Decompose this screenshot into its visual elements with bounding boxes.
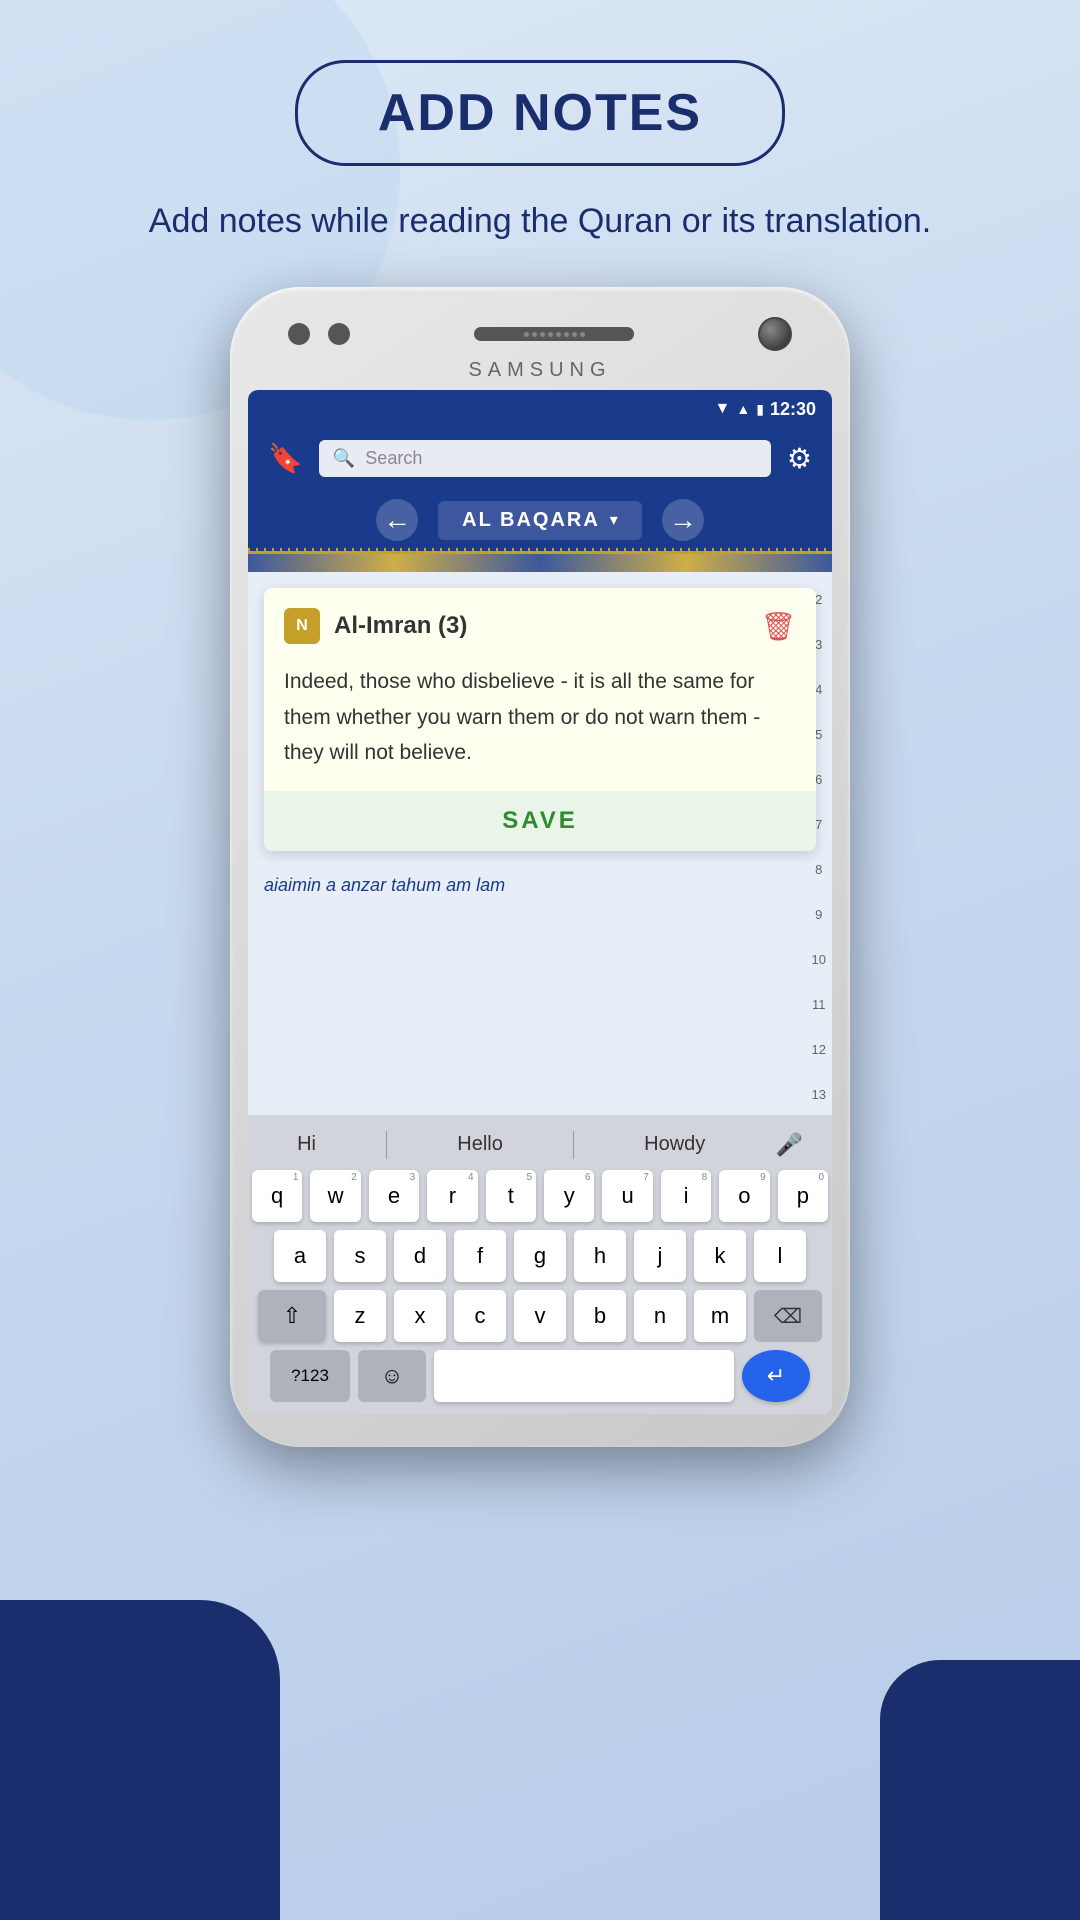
surah-selector-button[interactable]: AL BAQARA ▾: [438, 501, 642, 540]
phone-top-bar: [248, 305, 832, 359]
key-z[interactable]: z: [334, 1290, 386, 1342]
bookmark-icon[interactable]: 🔖: [268, 442, 303, 475]
shift-key[interactable]: ⇧: [258, 1290, 326, 1342]
phone-sensors: [288, 323, 350, 345]
key-f[interactable]: f: [454, 1230, 506, 1282]
suggestion-hello[interactable]: Hello: [437, 1129, 523, 1160]
battery-icon: ▮: [756, 401, 764, 418]
emoji-key[interactable]: ☺: [358, 1350, 426, 1402]
key-p[interactable]: 0p: [778, 1170, 828, 1222]
chevron-down-icon: ▾: [610, 510, 618, 530]
key-u[interactable]: 7u: [602, 1170, 652, 1222]
key-d[interactable]: d: [394, 1230, 446, 1282]
speaker-bar: [474, 327, 634, 341]
brand-label: SAMSUNG: [248, 359, 832, 382]
suggestion-hi[interactable]: Hi: [277, 1129, 336, 1160]
keyboard-row-1: 1q 2w 3e 4r 5t 6y 7u 8i 9o 0p: [252, 1170, 828, 1222]
wifi-icon: ▼: [715, 400, 731, 418]
prev-surah-button[interactable]: ←: [376, 499, 418, 541]
suggestion-divider-1: [386, 1131, 387, 1159]
key-s[interactable]: s: [334, 1230, 386, 1282]
key-v[interactable]: v: [514, 1290, 566, 1342]
key-h[interactable]: h: [574, 1230, 626, 1282]
key-k[interactable]: k: [694, 1230, 746, 1282]
note-card: N Al-Imran (3) 🗑 Indeed, those who disbe…: [264, 588, 816, 851]
key-w[interactable]: 2w: [310, 1170, 360, 1222]
suggestions-row: Hi Hello Howdy 🎤: [252, 1123, 828, 1170]
phone-screen: ▼ ▲ ▮ 12:30 🔖 🔍 Search ⚙ ← AL BAQA: [248, 390, 832, 1414]
arabic-transliteration: aiaimin a anzar tahum am lam: [264, 875, 505, 895]
keyboard-row-2: a s d f g h j k l: [252, 1230, 828, 1282]
key-y[interactable]: 6y: [544, 1170, 594, 1222]
suggestion-howdy[interactable]: Howdy: [624, 1129, 725, 1160]
note-content-text: Indeed, those who disbelieve - it is all…: [284, 664, 796, 771]
note-card-header: N Al-Imran (3) 🗑: [284, 608, 796, 644]
key-b[interactable]: b: [574, 1290, 626, 1342]
note-surah-title: Al-Imran (3): [334, 612, 467, 640]
key-r[interactable]: 4r: [427, 1170, 477, 1222]
save-note-button[interactable]: SAVE: [264, 791, 816, 851]
key-n[interactable]: n: [634, 1290, 686, 1342]
note-badge: N: [284, 608, 320, 644]
search-bar[interactable]: 🔍 Search: [319, 440, 771, 477]
phone-outer-shell: SAMSUNG ▼ ▲ ▮ 12:30 🔖 🔍 Search ⚙: [230, 287, 850, 1447]
key-m[interactable]: m: [694, 1290, 746, 1342]
arabic-text-area: aiaimin a anzar tahum am lam: [248, 867, 832, 904]
keyboard-bottom-row: ?123 ☺ ↵: [252, 1350, 828, 1406]
next-surah-button[interactable]: →: [662, 499, 704, 541]
key-c[interactable]: c: [454, 1290, 506, 1342]
key-g[interactable]: g: [514, 1230, 566, 1282]
settings-icon[interactable]: ⚙: [787, 442, 812, 475]
note-title-row: N Al-Imran (3): [284, 608, 467, 644]
key-t[interactable]: 5t: [486, 1170, 536, 1222]
delete-note-button[interactable]: 🗑: [760, 610, 796, 643]
key-e[interactable]: 3e: [369, 1170, 419, 1222]
header-section: ADD NOTES Add notes while reading the Qu…: [0, 0, 1080, 247]
subtitle-text: Add notes while reading the Quran or its…: [69, 196, 1011, 247]
key-a[interactable]: a: [274, 1230, 326, 1282]
sensor-dot-2: [328, 323, 350, 345]
front-camera: [758, 317, 792, 351]
keyboard-area: Hi Hello Howdy 🎤 1q 2w 3e 4r 5t 6y 7u 8: [248, 1115, 832, 1414]
surah-nav-bar: ← AL BAQARA ▾ →: [248, 489, 832, 554]
key-l[interactable]: l: [754, 1230, 806, 1282]
save-label: SAVE: [502, 807, 578, 834]
key-i[interactable]: 8i: [661, 1170, 711, 1222]
mic-icon[interactable]: 🎤: [775, 1132, 802, 1158]
key-j[interactable]: j: [634, 1230, 686, 1282]
key-o[interactable]: 9o: [719, 1170, 769, 1222]
phone-mockup: SAMSUNG ▼ ▲ ▮ 12:30 🔖 🔍 Search ⚙: [0, 287, 1080, 1447]
numeric-mode-key[interactable]: ?123: [270, 1350, 350, 1402]
suggestion-divider-2: [573, 1131, 574, 1159]
add-notes-badge: ADD NOTES: [295, 60, 785, 166]
spacebar-key[interactable]: [434, 1350, 734, 1402]
app-toolbar: 🔖 🔍 Search ⚙: [248, 428, 832, 489]
current-surah-name: AL BAQARA: [462, 509, 600, 532]
decorative-border: [248, 554, 832, 572]
status-icons: ▼ ▲ ▮ 12:30: [715, 399, 816, 420]
sensor-dot-1: [288, 323, 310, 345]
key-q[interactable]: 1q: [252, 1170, 302, 1222]
status-bar: ▼ ▲ ▮ 12:30: [248, 390, 832, 428]
page-title: ADD NOTES: [378, 84, 702, 142]
search-input-placeholder: Search: [365, 448, 422, 469]
enter-key[interactable]: ↵: [742, 1350, 810, 1402]
signal-icon: ▲: [736, 401, 750, 417]
search-icon: 🔍: [333, 448, 355, 469]
backspace-key[interactable]: ⌫: [754, 1290, 822, 1342]
keyboard-row-3: ⇧ z x c v b n m ⌫: [252, 1290, 828, 1342]
key-x[interactable]: x: [394, 1290, 446, 1342]
status-time: 12:30: [770, 399, 816, 420]
